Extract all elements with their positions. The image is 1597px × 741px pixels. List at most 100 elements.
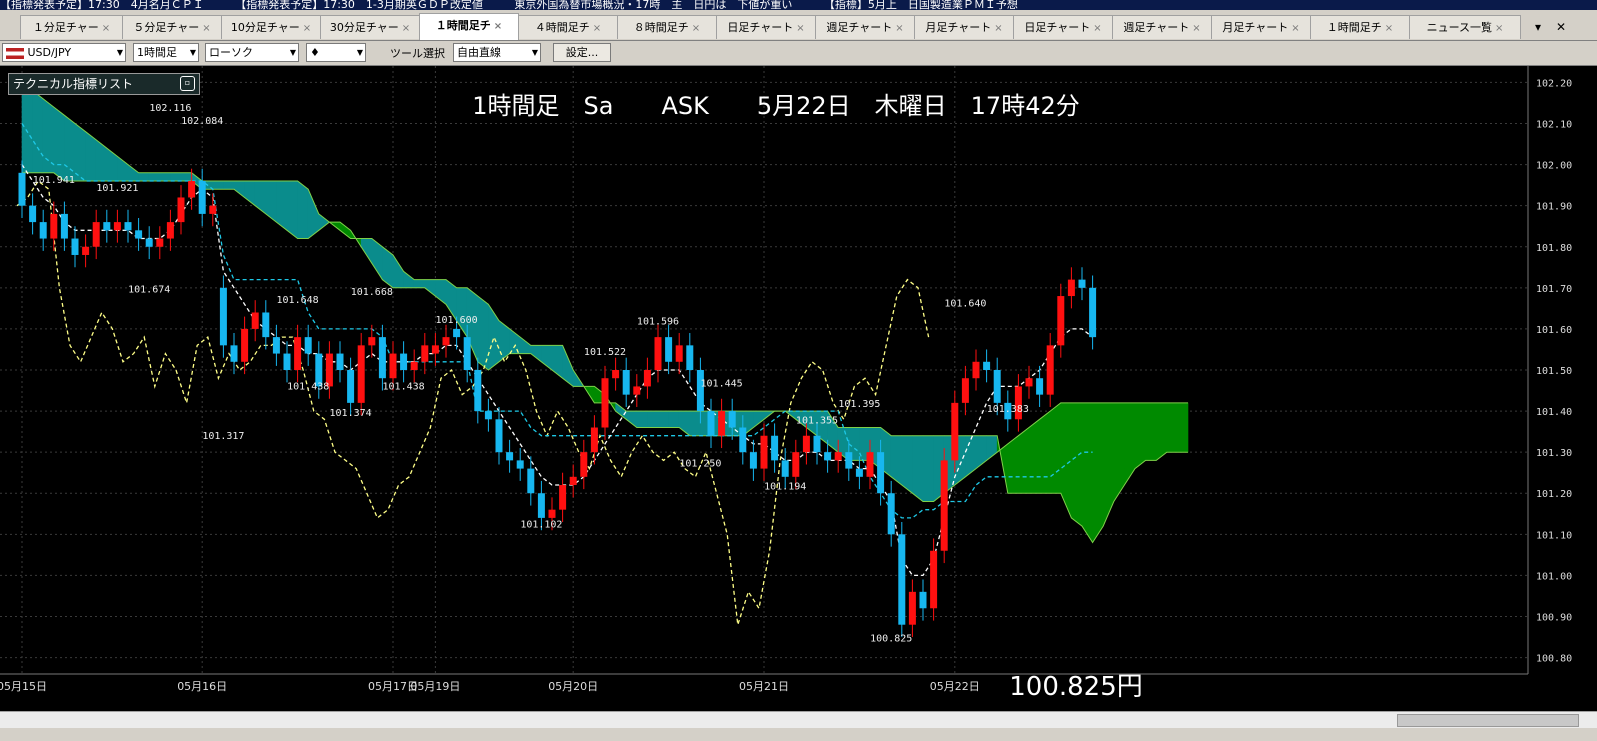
chart-tab[interactable]: ８時間足チ × [617,15,717,39]
candle-body [686,345,694,370]
candle-body [103,222,111,231]
price-extreme-label: 102.084 [181,116,223,127]
technical-indicator-list-panel[interactable]: テクニカル指標リスト ▫ [8,73,200,95]
price-extreme-label: 101.640 [944,298,986,309]
ticker-item[interactable]: 東京外国為替市場概況・17時 主 日円は 下値が重い [514,0,792,10]
chart-tab[interactable]: 30分足チャー × [320,15,420,39]
close-icon[interactable]: × [1495,23,1503,34]
candle-body [166,222,174,239]
kumo-segment [170,172,182,182]
x-tick-label: 05月15日 [0,680,47,693]
chart-tab[interactable]: １時間足チ × [1310,15,1410,39]
chart-title: 1時間足 Sa ASK 5月22日 木曜日 17時42分 [472,92,1080,120]
chevron-down-icon: ▼ [189,48,196,57]
close-icon[interactable]: × [593,23,601,34]
kumo-segment [1145,402,1157,461]
chart-type-select[interactable]: ローソク ▼ [205,43,299,62]
candle-body [1046,345,1054,395]
candle-body [463,337,471,370]
chart-tab[interactable]: 日足チャート × [716,15,816,39]
y-tick-label: 101.20 [1536,489,1572,500]
scrollbar-thumb[interactable] [1397,714,1579,727]
horizontal-scrollbar[interactable] [0,711,1597,728]
ticker-item[interactable]: 【指標発表予定】17:30 4月名月ＣＰＩ [0,0,204,10]
close-icon[interactable]: × [102,23,110,34]
currency-pair-select[interactable]: USD/JPY ▼ [2,43,126,62]
chevron-down-icon: ▼ [289,48,296,57]
chart-tab[interactable]: ４時間足チ × [518,15,618,39]
candle-body [209,205,217,214]
tab-label: 日足チャート [1024,21,1091,34]
chart-tab[interactable]: １時間足チ × [419,13,519,40]
candle-body [845,452,853,469]
kumo-segment [636,410,648,428]
candle-body [219,287,227,346]
ticker-item[interactable]: 【指標】5月上 日国製造業ＰＭＩ予想 [824,0,1018,10]
kumo-segment [901,435,913,494]
news-ticker[interactable]: 【指標発表予定】17:30 4月名月ＣＰＩ 【指標発表予定】17:30 1-3月… [0,0,1597,10]
chevron-down-icon: ▼ [116,48,123,57]
candle-body [1036,378,1044,395]
candle-body [612,370,620,379]
chart-tab[interactable]: 10分足チャー × [221,15,321,39]
current-price-label: 100.825円 [1009,672,1143,702]
kumo-segment [1155,402,1168,461]
candle-body [972,361,980,379]
x-tick-label: 05月16日 [177,680,227,693]
candle-body [145,238,153,247]
tool-select[interactable]: 自由直線 ▼ [453,43,541,62]
candle-body [336,353,344,370]
candle-body [537,493,545,518]
tab-list-icon[interactable]: ▾ [1535,20,1541,34]
close-icon[interactable]: × [1192,23,1200,34]
kumo-segment [223,180,235,190]
price-extreme-label: 101.374 [330,408,372,419]
settings-button[interactable]: 設定... [553,43,611,62]
candle-body [50,213,58,239]
chart-tab[interactable]: 日足チャート × [1013,15,1113,39]
candlestick-chart[interactable]: 102.20 102.10 102.00 101.90 101.80 101.70 101.… [0,66,1597,711]
tab-label: 月足チャート [1222,21,1289,34]
candle-body [39,222,47,239]
chart-tab[interactable]: １分足チャー × [20,15,123,39]
candle-body [601,378,609,428]
y-tick-label: 101.60 [1536,325,1572,336]
candle-body [82,246,90,255]
timeframe-select[interactable]: 1時間足 ▼ [133,43,199,62]
chart-tab[interactable]: 月足チャート × [1211,15,1311,39]
close-icon[interactable]: × [796,23,804,34]
chart-tab[interactable]: 週足チャート × [1112,15,1212,39]
close-icon[interactable]: × [994,23,1002,34]
candle-body [241,328,249,362]
close-icon[interactable]: × [494,21,502,32]
mark-select[interactable]: ♦ ▼ [306,43,366,62]
candle-body [304,337,312,354]
price-extreme-label: 101.395 [838,399,880,410]
price-extreme-label: 101.317 [202,431,244,442]
close-icon[interactable]: × [692,23,700,34]
candle-body [113,222,121,231]
window-close-icon[interactable]: ✕ [1556,20,1566,34]
tool-label: ツール選択 [390,47,445,60]
close-icon[interactable]: × [202,23,210,34]
chart-tab[interactable]: 月足チャート × [914,15,1014,39]
candle-body [60,213,68,239]
close-icon[interactable]: × [895,23,903,34]
candle-body [71,238,79,255]
close-icon[interactable]: × [1093,23,1101,34]
chart-background [0,66,1597,711]
y-tick-label: 101.70 [1536,284,1572,295]
close-icon[interactable]: × [1385,23,1393,34]
tab-label: ニュース一覧 [1426,21,1493,34]
close-icon[interactable]: × [402,23,410,34]
chart-tab[interactable]: ニュース一覧 × [1409,15,1521,39]
ticker-item[interactable]: 【指標発表予定】17:30 1-3月期英ＧＤＰ改定値 [235,0,483,10]
close-icon[interactable]: × [1291,23,1299,34]
candle-body [1025,378,1033,387]
restore-icon[interactable]: ▫ [180,76,195,91]
price-extreme-label: 101.596 [637,317,679,328]
close-icon[interactable]: × [303,23,311,34]
chart-tab[interactable]: 週足チャート × [815,15,915,39]
chart-tab[interactable]: ５分足チャー × [122,15,222,39]
y-tick-label: 102.10 [1536,120,1572,131]
